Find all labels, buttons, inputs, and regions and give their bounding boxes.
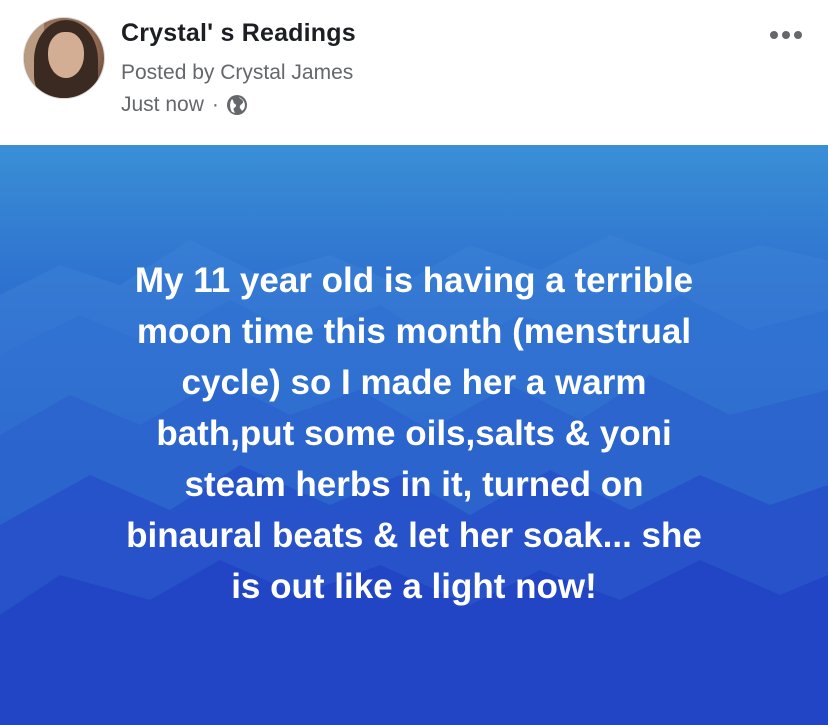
page-name[interactable]: Crystal' s Readings	[121, 19, 356, 48]
more-options-icon[interactable]	[766, 22, 806, 48]
post-header: Crystal' s Readings Posted by Crystal Ja…	[0, 0, 828, 145]
post-background: My 11 year old is having a terrible moon…	[0, 145, 828, 725]
posted-by-label: Posted by Crystal James	[121, 61, 354, 84]
timestamp[interactable]: Just now	[121, 93, 204, 117]
avatar[interactable]	[23, 17, 105, 99]
avatar-face	[48, 32, 84, 78]
post-text: My 11 year old is having a terrible moon…	[126, 261, 702, 606]
post-meta: Just now ·	[121, 93, 248, 117]
facebook-post: Crystal' s Readings Posted by Crystal Ja…	[0, 0, 828, 725]
globe-icon[interactable]	[226, 94, 248, 116]
meta-separator: ·	[211, 93, 219, 116]
